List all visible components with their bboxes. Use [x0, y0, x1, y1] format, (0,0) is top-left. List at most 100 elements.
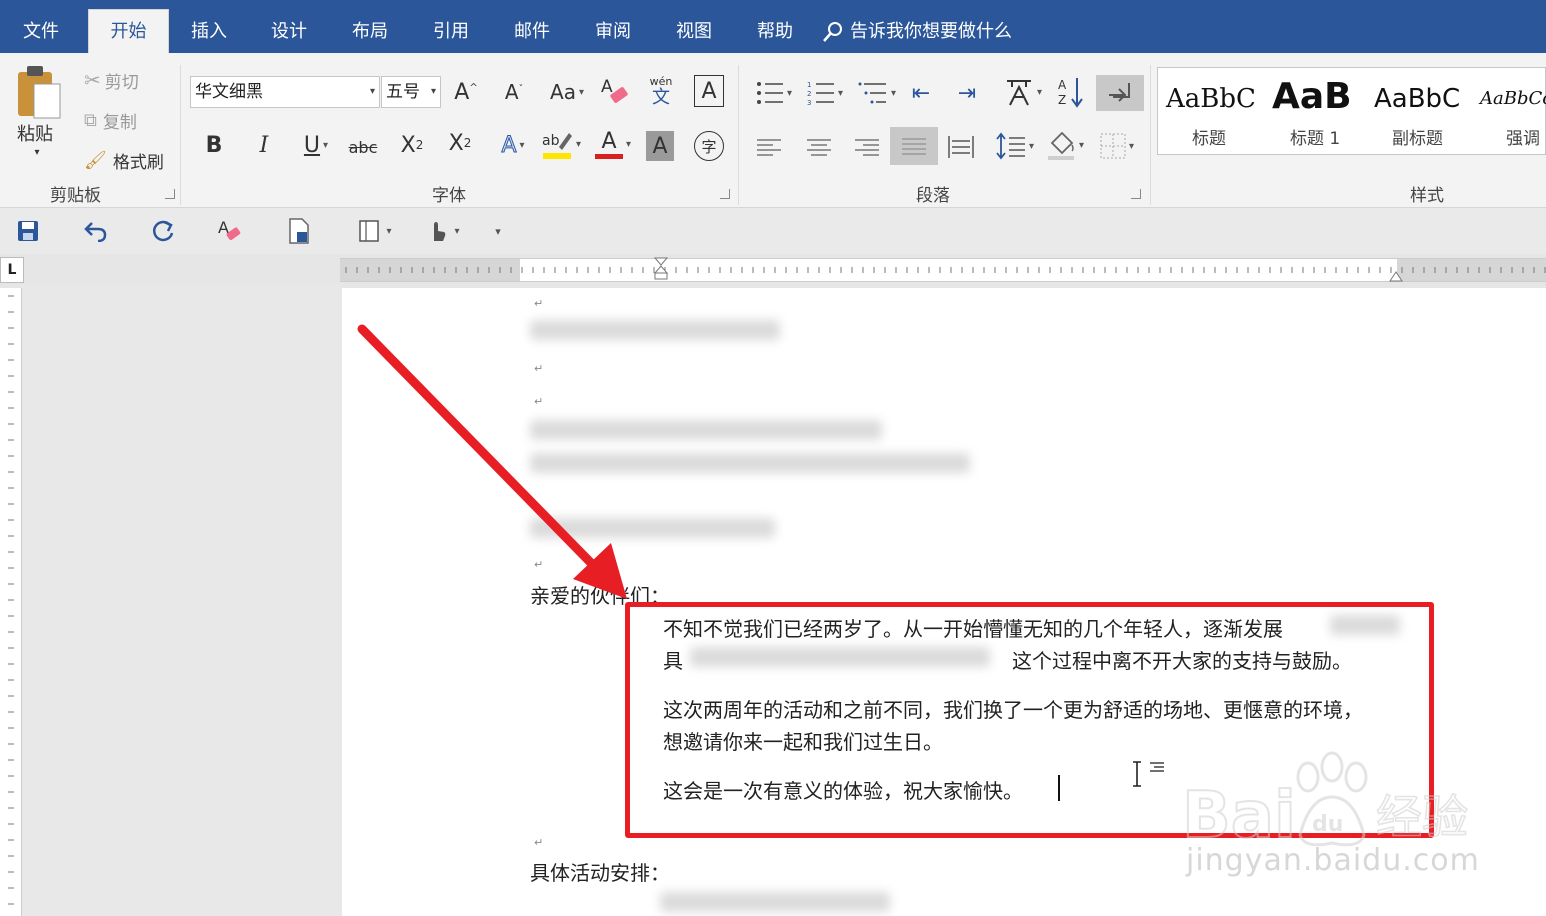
style-title[interactable]: AaBbC 标题	[1158, 68, 1262, 154]
align-left-button[interactable]	[752, 131, 786, 163]
line-spacing-button[interactable]: ▾	[994, 129, 1036, 163]
copy-label: 复制	[102, 112, 137, 133]
font-color-button[interactable]: A ▾	[590, 127, 636, 161]
copy-button[interactable]: ⧉ 复制	[84, 107, 154, 133]
change-case-button[interactable]: Aa ▾	[546, 77, 588, 107]
ruler-ticks	[345, 267, 1546, 273]
clear-format-quick-button[interactable]: A	[214, 216, 246, 246]
tab-layout[interactable]: 布局	[349, 18, 391, 53]
tab-references[interactable]: 引用	[430, 18, 472, 53]
align-right-button[interactable]	[850, 131, 884, 163]
font-dialog-launcher-icon[interactable]	[720, 189, 730, 199]
touch-mode-button[interactable]: ▾	[420, 216, 466, 246]
page-view-button[interactable]: ▾	[352, 216, 398, 246]
shrink-font-button[interactable]: Aˇ	[500, 77, 528, 107]
phonetic-guide-button[interactable]: wén 文	[645, 73, 677, 111]
shading-button[interactable]: ▾	[1042, 127, 1088, 163]
tab-home[interactable]: 开始	[88, 9, 169, 54]
font-name-select[interactable]: 华文细黑 ▾	[190, 76, 380, 108]
sort-button[interactable]: AZ	[1056, 75, 1086, 109]
tab-insert[interactable]: 插入	[188, 18, 230, 53]
search-icon	[823, 22, 842, 42]
chevron-down-icon: ▾	[454, 225, 460, 237]
increase-indent-icon: ⇥	[957, 80, 977, 106]
tab-design[interactable]: 设计	[268, 18, 310, 53]
tell-me-search[interactable]: 告诉我你想要做什么	[822, 18, 1012, 46]
cut-button[interactable]: ✂ 剪切	[84, 67, 154, 93]
style-emphasis[interactable]: AaBbCc 强调	[1466, 68, 1546, 154]
highlighter-icon: ab	[542, 133, 572, 159]
undo-button[interactable]	[80, 216, 110, 246]
italic-button[interactable]: I	[250, 129, 278, 161]
style-subtitle[interactable]: AaBbC 副标题	[1362, 68, 1466, 154]
numbering-button[interactable]: 123 ▾	[802, 77, 848, 109]
decrease-indent-button[interactable]: ⇤	[904, 77, 938, 109]
underline-label: U	[303, 132, 321, 158]
styles-group-label: 样式	[1410, 186, 1444, 206]
save-button[interactable]	[14, 216, 42, 246]
tab-help[interactable]: 帮助	[754, 18, 796, 53]
copy-icon: ⧉	[84, 109, 97, 131]
strikethrough-button[interactable]: abc	[346, 133, 380, 161]
highlight-color-button[interactable]: ab ▾	[538, 127, 584, 161]
justify-button[interactable]	[890, 127, 938, 165]
paste-dropdown-arrow[interactable]: ▾	[30, 145, 44, 159]
paragraph-dialog-launcher-icon[interactable]	[1131, 189, 1141, 199]
vertical-ruler[interactable]	[0, 288, 22, 916]
tab-mailings[interactable]: 邮件	[511, 18, 553, 53]
chevron-down-icon: ▾	[519, 139, 525, 151]
chevron-down-icon: ▾	[1128, 140, 1135, 152]
superscript-button[interactable]: X2	[444, 127, 476, 159]
tab-selector[interactable]: L	[0, 257, 24, 283]
borders-button[interactable]: ▾	[1094, 129, 1140, 163]
tab-review[interactable]: 审阅	[592, 18, 634, 53]
clipboard-dialog-launcher-icon[interactable]	[165, 189, 175, 199]
format-painter-button[interactable]: 🖌 格式刷	[84, 147, 168, 173]
indent-marker-icon[interactable]	[653, 257, 669, 281]
subscript-label: X	[400, 132, 416, 158]
text-effects-button[interactable]: A ▾	[494, 129, 532, 161]
paragraph-mark-icon	[1109, 83, 1130, 102]
styles-gallery: AaBbC 标题 AaB 标题 1 AaBbC 副标题 AaBbCc 强调	[1157, 67, 1546, 155]
paste-label[interactable]: 粘贴	[12, 121, 58, 145]
paste-button[interactable]	[10, 63, 68, 121]
eraser-icon: A	[601, 77, 628, 103]
increase-indent-button[interactable]: ⇥	[950, 77, 984, 109]
font-color-swatch	[594, 153, 623, 159]
character-border-button[interactable]: A	[694, 75, 724, 107]
bold-button[interactable]: B	[200, 129, 228, 161]
show-hide-marks-button[interactable]	[1096, 75, 1144, 111]
right-indent-marker-icon[interactable]	[1389, 270, 1403, 282]
multilevel-list-button[interactable]: ▾	[854, 77, 900, 109]
character-shading-button[interactable]: A	[646, 131, 674, 161]
tab-file[interactable]: 文件	[18, 18, 64, 53]
svg-text:ab: ab	[542, 133, 560, 149]
customize-toolbar-button[interactable]: ▾	[488, 216, 508, 246]
paragraph-group-label: 段落	[916, 186, 950, 206]
clear-formatting-button[interactable]: A	[598, 75, 632, 109]
phonetic-guide-bottom: 文	[652, 87, 670, 108]
chinese-layout-button[interactable]: ▾	[1000, 75, 1046, 109]
chevron-down-icon: ▾	[1036, 86, 1043, 98]
distributed-button[interactable]	[946, 131, 976, 163]
subscript-button[interactable]: X2	[396, 129, 428, 161]
style-heading-1[interactable]: AaB 标题 1	[1262, 68, 1362, 154]
align-center-button[interactable]	[802, 131, 836, 163]
svg-text:A: A	[1058, 78, 1067, 92]
font-size-select[interactable]: 五号 ▾	[381, 76, 441, 108]
font-size-value: 五号	[386, 82, 420, 102]
border-icon	[1100, 133, 1126, 159]
underline-button[interactable]: U ▾	[294, 129, 338, 161]
new-document-button[interactable]	[284, 216, 314, 246]
grow-font-button[interactable]: A^	[452, 77, 480, 107]
redo-icon	[152, 220, 174, 242]
horizontal-ruler[interactable]	[340, 257, 1546, 282]
bullets-button[interactable]: ▾	[752, 77, 796, 109]
tab-view[interactable]: 视图	[673, 18, 715, 53]
enclose-characters-button[interactable]: 字	[694, 131, 724, 161]
svg-text:2: 2	[807, 90, 811, 98]
schedule-heading: 具体活动安排：	[530, 861, 670, 885]
scissors-icon: ✂	[84, 68, 101, 92]
redo-button[interactable]	[148, 216, 178, 246]
touch-hand-icon	[434, 222, 446, 241]
